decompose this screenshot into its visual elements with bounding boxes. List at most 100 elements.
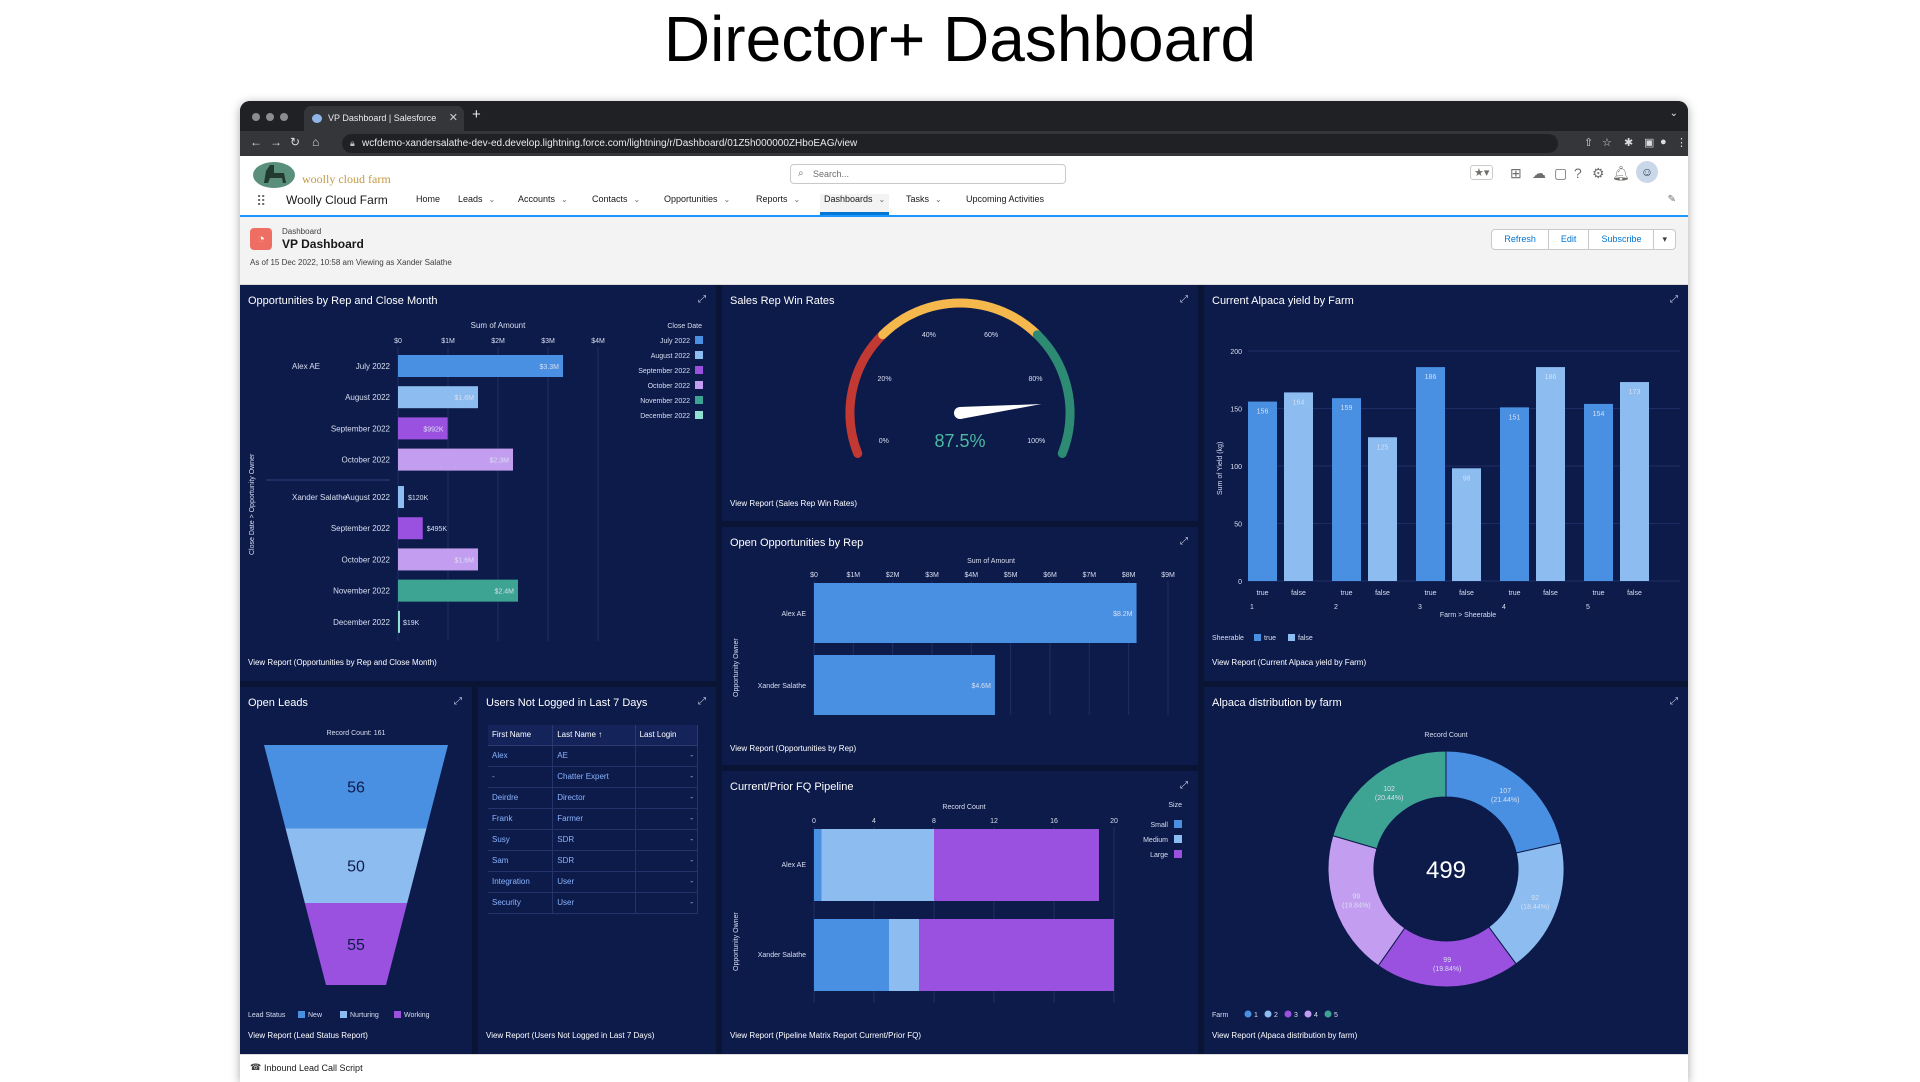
nav-item-leads[interactable]: Leads ⌄ <box>458 194 495 215</box>
nav-item-home[interactable]: Home <box>416 194 440 215</box>
view-report-link[interactable]: View Report (Alpaca distribution by farm… <box>1212 1031 1357 1040</box>
view-report-link[interactable]: View Report (Current Alpaca yield by Far… <box>1212 658 1366 667</box>
cell-last-name[interactable]: Farmer <box>552 808 636 830</box>
subscribe-button[interactable]: Subscribe <box>1589 230 1655 249</box>
cell-last-name[interactable]: User <box>552 871 636 893</box>
nav-item-reports[interactable]: Reports ⌄ <box>756 194 800 215</box>
view-report-link[interactable]: View Report (Sales Rep Win Rates) <box>730 499 857 508</box>
column-header-last-login[interactable]: Last Login <box>635 725 699 746</box>
nav-item-contacts[interactable]: Contacts ⌄ <box>592 194 640 215</box>
nav-item-tasks[interactable]: Tasks ⌄ <box>906 194 942 215</box>
cell-last-name[interactable]: SDR <box>552 829 636 851</box>
view-report-link[interactable]: View Report (Users Not Logged in Last 7 … <box>486 1031 654 1040</box>
data-label: $4.6M <box>971 683 991 690</box>
cell-first-name[interactable]: Integration <box>488 871 554 893</box>
back-arrow-icon[interactable]: ← <box>250 135 262 149</box>
pencil-icon[interactable]: ✎ <box>1668 194 1676 205</box>
legend-title: Sheerable <box>1212 635 1244 642</box>
nav-item-upcoming-activities[interactable]: Upcoming Activities <box>966 194 1044 215</box>
cell-first-name[interactable]: Sam <box>488 850 554 872</box>
browser-tab[interactable]: VP Dashboard | Salesforce ✕ <box>304 106 464 131</box>
data-label: $495K <box>427 526 448 533</box>
window-minimize-dot[interactable] <box>266 113 274 121</box>
legend-entry: 2 <box>1274 1012 1278 1019</box>
reload-icon[interactable]: ↻ <box>290 135 300 149</box>
data-label: $992K <box>423 426 444 433</box>
search-input[interactable]: ⌕ Search... <box>790 164 1066 184</box>
side-panel-icon[interactable]: ▣ <box>1644 136 1654 149</box>
chevron-down-icon[interactable]: ⌄ <box>634 195 641 204</box>
cell-last-name[interactable]: Director <box>552 787 636 809</box>
global-add-icon[interactable]: ⊞ <box>1510 165 1522 182</box>
cell-last-name[interactable]: SDR <box>552 850 636 872</box>
view-report-link[interactable]: View Report (Opportunities by Rep) <box>730 744 856 753</box>
close-icon[interactable]: ✕ <box>449 106 458 131</box>
refresh-button[interactable]: Refresh <box>1492 230 1549 249</box>
view-report-link[interactable]: View Report (Opportunities by Rep and Cl… <box>248 658 437 667</box>
chevron-down-icon[interactable]: ⌄ <box>794 195 801 204</box>
bookmark-star-icon[interactable]: ☆ <box>1602 136 1612 149</box>
cell-last-name[interactable]: Chatter Expert <box>552 766 636 788</box>
nav-item-accounts[interactable]: Accounts ⌄ <box>518 194 568 215</box>
nav-item-dashboards[interactable]: Dashboards ⌄ <box>820 194 890 215</box>
alpaca-yield-chart: 0 50 100 150 200 156 true 164 false 1 159 true 125 fa… <box>1212 349 1680 642</box>
widget-open-leads: Open Leads ⤢ Record Count: 161 56 50 55 Lead… <box>240 687 472 1054</box>
bell-icon[interactable]: 🔔︎ <box>1612 165 1630 182</box>
search-placeholder: Search... <box>813 169 850 179</box>
bar <box>1500 407 1529 581</box>
cell-first-name[interactable]: - <box>488 766 554 788</box>
window-close-dot[interactable] <box>252 113 260 121</box>
help-icon[interactable]: ? <box>1574 165 1582 181</box>
cell-first-name[interactable]: Susy <box>488 829 554 851</box>
favorites-star-icon[interactable]: ★▾ <box>1470 165 1494 180</box>
expand-icon[interactable]: ⤢ <box>698 696 706 707</box>
legend-entry: 3 <box>1294 1012 1298 1019</box>
cell-first-name[interactable]: Alex <box>488 745 554 767</box>
new-tab-button[interactable]: + <box>472 106 481 123</box>
nav-item-opportunities[interactable]: Opportunities ⌄ <box>664 194 730 215</box>
chevron-down-icon[interactable]: ⌄ <box>879 195 886 204</box>
avatar[interactable]: ☺ <box>1636 161 1658 183</box>
chevron-down-icon[interactable]: ⌄ <box>1670 108 1678 119</box>
cell-first-name[interactable]: Frank <box>488 808 554 830</box>
forward-arrow-icon[interactable]: → <box>270 135 282 149</box>
cell-first-name[interactable]: Deirdre <box>488 787 554 809</box>
legend-entry: December 2022 <box>640 413 690 420</box>
alpaca-logo-icon <box>253 162 295 188</box>
extensions-puzzle-icon[interactable]: ✱ <box>1624 136 1633 149</box>
column-header-first-name[interactable]: First Name <box>488 725 554 746</box>
bar <box>398 517 423 540</box>
record-count: Record Count: 161 <box>327 730 386 737</box>
edit-button[interactable]: Edit <box>1549 230 1590 249</box>
window-zoom-dot[interactable] <box>280 113 288 121</box>
x-tick-label: $6M <box>1043 572 1057 579</box>
chevron-down-icon[interactable]: ⌄ <box>724 195 731 204</box>
app-launcher-icon[interactable]: ⠿ <box>256 193 266 210</box>
cell-last-name[interactable]: AE <box>552 745 636 767</box>
x-tick-label: false <box>1543 590 1558 597</box>
url-field[interactable]: 🔒︎ wcfdemo-xandersalathe-dev-ed.develop.… <box>342 134 1558 153</box>
more-actions-chevron-icon[interactable]: ▾ <box>1654 230 1675 249</box>
view-report-link[interactable]: View Report (Pipeline Matrix Report Curr… <box>730 1031 921 1040</box>
bar <box>1248 401 1277 581</box>
kebab-menu-icon[interactable]: ⋮ <box>1676 136 1687 149</box>
chevron-down-icon[interactable]: ⌄ <box>561 195 568 204</box>
utility-item-call-script[interactable]: Inbound Lead Call Script <box>264 1063 363 1073</box>
share-icon[interactable]: ⇧ <box>1584 136 1593 149</box>
trailhead-icon[interactable]: ☁ <box>1532 165 1546 182</box>
data-label: $120K <box>408 495 429 502</box>
widget-alpaca-yield: Current Alpaca yield by Farm ⤢ 0 50 100 150… <box>1204 285 1688 681</box>
column-header-last-name[interactable]: Last Name ↑ <box>552 725 636 746</box>
chevron-down-icon[interactable]: ⌄ <box>935 195 942 204</box>
view-report-link[interactable]: View Report (Lead Status Report) <box>248 1031 368 1040</box>
y-tick-label: 150 <box>1230 407 1242 414</box>
profile-icon[interactable]: ● <box>1660 136 1667 148</box>
x-tick-label: 20 <box>1110 818 1118 825</box>
chevron-down-icon[interactable]: ⌄ <box>489 195 496 204</box>
cell-last-name[interactable]: User <box>552 892 636 914</box>
cell-first-name[interactable]: Security <box>488 892 554 914</box>
legend-swatch <box>695 396 703 404</box>
home-icon[interactable]: ⌂ <box>312 135 319 149</box>
setup-assistant-icon[interactable]: ▢ <box>1554 165 1567 182</box>
gear-icon[interactable]: ⚙ <box>1592 165 1605 182</box>
